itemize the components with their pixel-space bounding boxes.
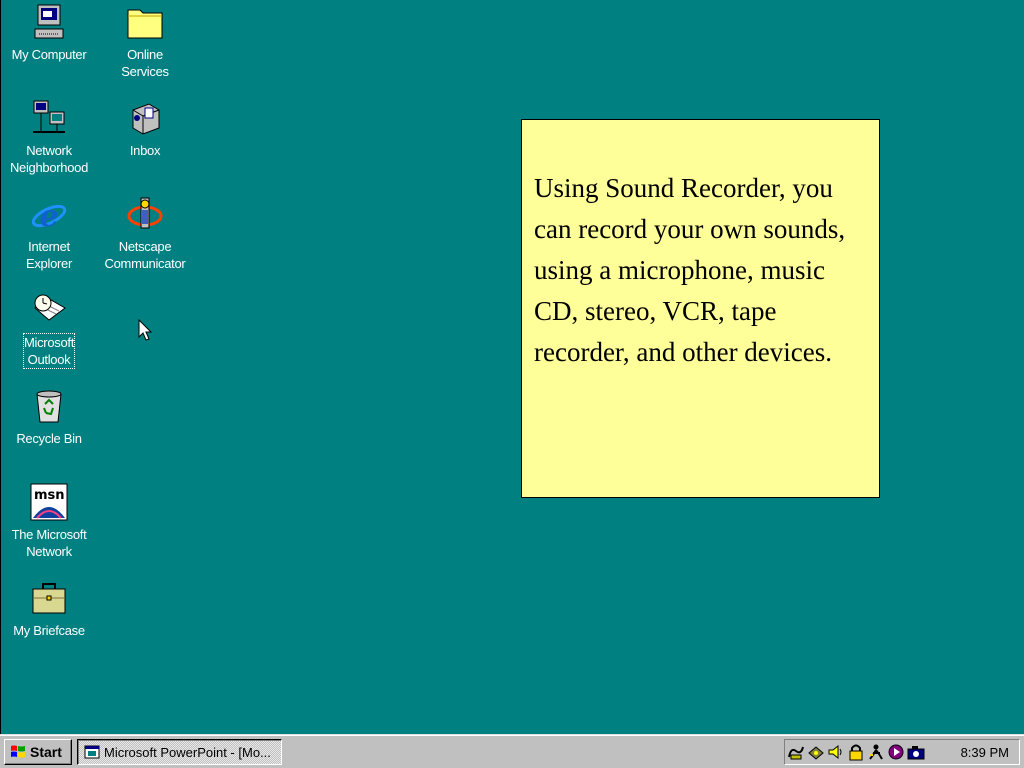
my-briefcase-label: My Briefcase — [13, 623, 85, 638]
start-label: Start — [30, 744, 62, 760]
briefcase-icon — [32, 583, 66, 614]
windows-logo-icon — [11, 745, 25, 758]
taskbar-button-label: Microsoft PowerPoint - [Mo... — [104, 744, 271, 760]
netscape-communicator-label: Netscape Communicator — [104, 239, 186, 271]
volume-icon[interactable] — [827, 743, 845, 761]
lock-icon[interactable] — [847, 743, 865, 761]
netscape-communicator-shortcut[interactable]: Netscape Communicator — [97, 194, 193, 273]
outlook-icon — [34, 294, 66, 321]
taskbar: Start Microsoft PowerPoint - [Mo... 8:39… — [0, 734, 1024, 768]
online-services-label: Online Services — [121, 47, 169, 79]
system-tray: 8:39 PM — [784, 739, 1020, 765]
note-text: Using Sound Recorder, you can record you… — [534, 173, 846, 367]
folder-icon — [127, 9, 163, 39]
camera-icon[interactable] — [907, 743, 925, 761]
desktop[interactable]: My Computer Online Services Network Neig… — [0, 0, 1024, 734]
recycle-bin-label: Recycle Bin — [16, 431, 82, 446]
taskbar-button-powerpoint[interactable]: Microsoft PowerPoint - [Mo... — [77, 739, 282, 765]
mouse-cursor-icon — [138, 319, 153, 341]
my-briefcase-shortcut[interactable]: My Briefcase — [1, 578, 97, 640]
my-computer-icon — [34, 4, 64, 39]
recycle-bin-shortcut[interactable]: Recycle Bin — [1, 386, 97, 448]
microsoft-network-shortcut[interactable]: msn The Microsoft Network — [1, 482, 97, 561]
realplayer-icon[interactable] — [887, 743, 905, 761]
inbox-label: Inbox — [129, 143, 161, 158]
network-neighborhood-label: Network Neighborhood — [9, 143, 89, 175]
microsoft-network-label: The Microsoft Network — [11, 527, 87, 559]
svg-text:msn: msn — [34, 488, 65, 503]
microsoft-outlook-label: Microsoft Outlook — [22, 333, 76, 369]
network-neighborhood-shortcut[interactable]: Network Neighborhood — [1, 98, 97, 177]
internet-explorer-shortcut[interactable]: e Internet Explorer — [1, 194, 97, 273]
internet-explorer-icon: e — [31, 199, 67, 234]
powerpoint-icon — [84, 745, 100, 759]
modem-icon[interactable] — [787, 743, 805, 761]
satellite-icon[interactable] — [807, 743, 825, 761]
netscape-icon — [127, 197, 163, 229]
inbox-icon — [132, 103, 160, 135]
callout-note: Using Sound Recorder, you can record you… — [521, 119, 880, 498]
microsoft-outlook-shortcut[interactable]: Microsoft Outlook — [1, 290, 97, 369]
inbox-shortcut[interactable]: Inbox — [97, 98, 193, 160]
scheduler-icon[interactable] — [867, 743, 885, 761]
my-computer-label: My Computer — [11, 47, 87, 62]
clock[interactable]: 8:39 PM — [961, 745, 1009, 760]
svg-text:e: e — [39, 199, 58, 234]
msn-icon: msn — [30, 483, 68, 521]
start-button[interactable]: Start — [4, 739, 72, 765]
internet-explorer-label: Internet Explorer — [25, 239, 72, 271]
my-computer-shortcut[interactable]: My Computer — [1, 2, 97, 64]
online-services-shortcut[interactable]: Online Services — [97, 2, 193, 81]
network-icon — [33, 100, 65, 133]
recycle-bin-icon — [36, 390, 62, 423]
